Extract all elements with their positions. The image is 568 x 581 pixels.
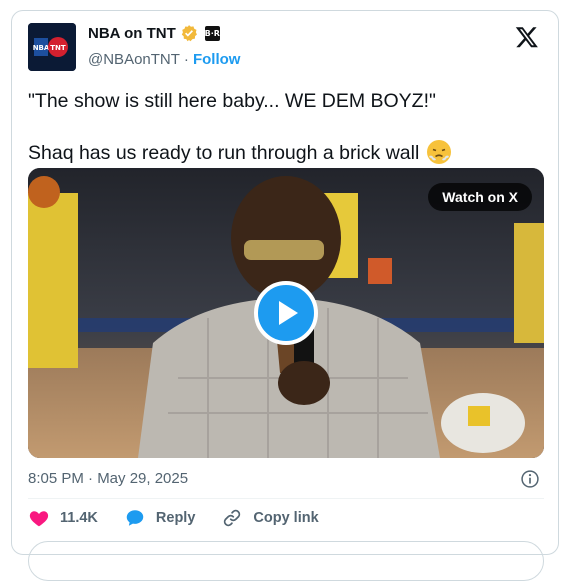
author-handle[interactable]: @NBAonTNT bbox=[88, 51, 180, 68]
tweet-line-2: Shaq has us ready to run through a brick… bbox=[28, 140, 543, 166]
tweet-line-2-text: Shaq has us ready to run through a brick… bbox=[28, 142, 420, 164]
reply-button[interactable]: Reply bbox=[124, 507, 196, 529]
author-name-row: NBA on TNT B·R bbox=[88, 24, 220, 42]
heart-icon bbox=[29, 511, 49, 527]
tweet-line-1: "The show is still here baby... WE DEM B… bbox=[28, 90, 436, 112]
video-player[interactable]: Watch on X bbox=[28, 168, 544, 458]
watch-on-x-button[interactable]: Watch on X bbox=[428, 183, 532, 211]
author-name[interactable]: NBA on TNT bbox=[88, 25, 176, 42]
x-logo-icon[interactable] bbox=[514, 25, 540, 49]
tweet-timestamp[interactable]: 8:05 PM · May 29, 2025 bbox=[28, 470, 188, 487]
svg-text:NBA: NBA bbox=[33, 44, 50, 52]
svg-text:TNT: TNT bbox=[50, 44, 66, 52]
action-bar: 11.4K Reply Copy link bbox=[28, 507, 345, 529]
separator: · bbox=[183, 51, 189, 68]
reply-label: Reply bbox=[155, 510, 196, 526]
affiliate-badge[interactable]: B·R bbox=[205, 25, 220, 41]
author-handle-row: @NBAonTNT · Follow bbox=[88, 51, 240, 68]
like-count: 11.4K bbox=[60, 510, 98, 526]
avatar[interactable]: NBA TNT bbox=[28, 23, 76, 71]
copy-link-label: Copy link bbox=[253, 510, 319, 526]
copy-link-button[interactable]: Copy link bbox=[221, 507, 319, 529]
follow-button[interactable]: Follow bbox=[193, 51, 241, 68]
divider bbox=[28, 498, 544, 499]
read-replies-button[interactable] bbox=[28, 541, 544, 581]
verified-icon bbox=[180, 24, 198, 42]
link-icon bbox=[224, 509, 241, 527]
tweet-card[interactable]: NBA TNT NBA on TNT B·R @NBAonTNT · Follo… bbox=[11, 10, 559, 581]
play-icon[interactable] bbox=[254, 281, 318, 345]
face-with-steam-icon bbox=[426, 140, 451, 164]
info-icon[interactable] bbox=[520, 469, 540, 489]
like-button[interactable]: 11.4K bbox=[28, 507, 98, 529]
tweet-text: "The show is still here baby... WE DEM B… bbox=[28, 88, 543, 166]
reply-bubble-icon bbox=[126, 510, 144, 526]
